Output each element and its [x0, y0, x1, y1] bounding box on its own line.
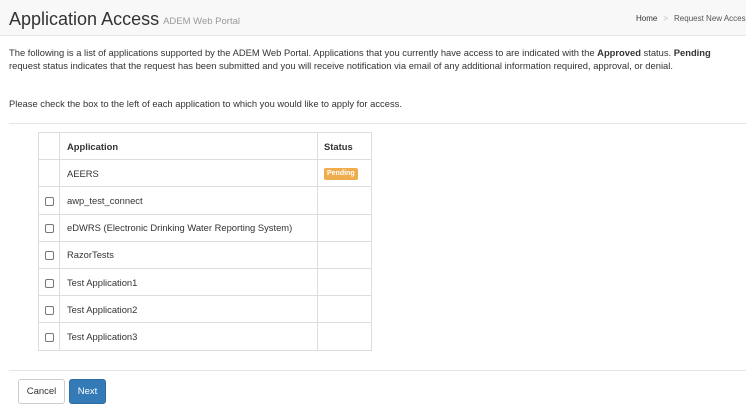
- table-row: eDWRS (Electronic Drinking Water Reporti…: [38, 213, 372, 242]
- checkbox-column-header: [38, 131, 60, 161]
- intro-paragraph: The following is a list of applications …: [9, 47, 739, 72]
- status-cell: Pending: [317, 159, 372, 188]
- checkbox-cell: [38, 267, 60, 297]
- application-name: awp_test_connect: [59, 186, 318, 215]
- status-cell: [317, 295, 372, 324]
- cancel-button[interactable]: Cancel: [18, 379, 65, 404]
- application-name: AEERS: [59, 159, 318, 188]
- status-cell: [317, 186, 372, 215]
- next-button[interactable]: Next: [69, 379, 106, 404]
- application-checkbox[interactable]: [44, 278, 54, 288]
- application-table: Application Status AEERS Pending awp_test_…: [38, 131, 372, 351]
- application-checkbox[interactable]: [44, 224, 54, 234]
- page-title-text: Application Access: [9, 9, 160, 29]
- page-subtitle: ADEM Web Portal: [163, 16, 240, 27]
- checkbox-cell: [38, 159, 60, 188]
- checkbox-cell: [38, 322, 60, 351]
- checkbox-cell: [38, 213, 60, 242]
- application-name: Test Application2: [59, 295, 318, 324]
- status-column-header: Status: [317, 131, 372, 161]
- checkbox-cell: [38, 240, 60, 269]
- intro-pending-word: Pending: [673, 47, 711, 58]
- status-cell: [317, 240, 372, 269]
- table-row: awp_test_connect: [38, 186, 372, 215]
- page-title: Application Access ADEM Web Portal: [9, 9, 240, 30]
- intro-text-3: request status indicates that the reques…: [9, 59, 673, 71]
- table-row: Test Application2: [38, 295, 372, 324]
- breadcrumb-current: Request New Access: [674, 14, 746, 23]
- breadcrumb-separator: >: [663, 14, 669, 23]
- status-cell: [317, 213, 372, 242]
- table-row: RazorTests: [38, 240, 372, 269]
- table-row: Test Application3: [38, 322, 372, 351]
- page: Application Access ADEM Web Portal Home > R…: [0, 0, 746, 408]
- status-badge: Pending: [324, 168, 358, 181]
- instruction-text: Please check the box to the left of each…: [9, 98, 402, 109]
- intro-text-1: The following is a list of applications …: [9, 47, 598, 58]
- intro-approved-word: Approved: [597, 47, 641, 58]
- application-name: Test Application3: [59, 322, 318, 351]
- table-header-row: Application Status: [38, 131, 372, 161]
- breadcrumb-home-link[interactable]: Home: [636, 14, 657, 23]
- table-row: AEERS Pending: [38, 159, 372, 188]
- footer-divider: [9, 370, 746, 371]
- intro-text-2: status.: [640, 47, 674, 58]
- application-table-body: AEERS Pending awp_test_connect eDWRS (Elect…: [38, 159, 372, 351]
- application-name: RazorTests: [59, 240, 318, 269]
- checkbox-cell: [38, 186, 60, 215]
- checkbox-cell: [38, 295, 60, 324]
- application-column-header: Application: [59, 131, 318, 161]
- table-row: Test Application1: [38, 267, 372, 297]
- breadcrumb: Home > Request New Access: [636, 14, 746, 23]
- page-header: Application Access ADEM Web Portal Home > R…: [0, 0, 746, 36]
- status-cell: [317, 322, 372, 351]
- application-checkbox[interactable]: [44, 196, 54, 206]
- application-checkbox[interactable]: [44, 251, 54, 261]
- application-name: eDWRS (Electronic Drinking Water Reporti…: [59, 213, 318, 242]
- application-name: Test Application1: [59, 267, 318, 297]
- divider: [9, 123, 746, 124]
- application-checkbox[interactable]: [44, 305, 54, 315]
- application-checkbox[interactable]: [44, 332, 54, 342]
- status-cell: [317, 267, 372, 297]
